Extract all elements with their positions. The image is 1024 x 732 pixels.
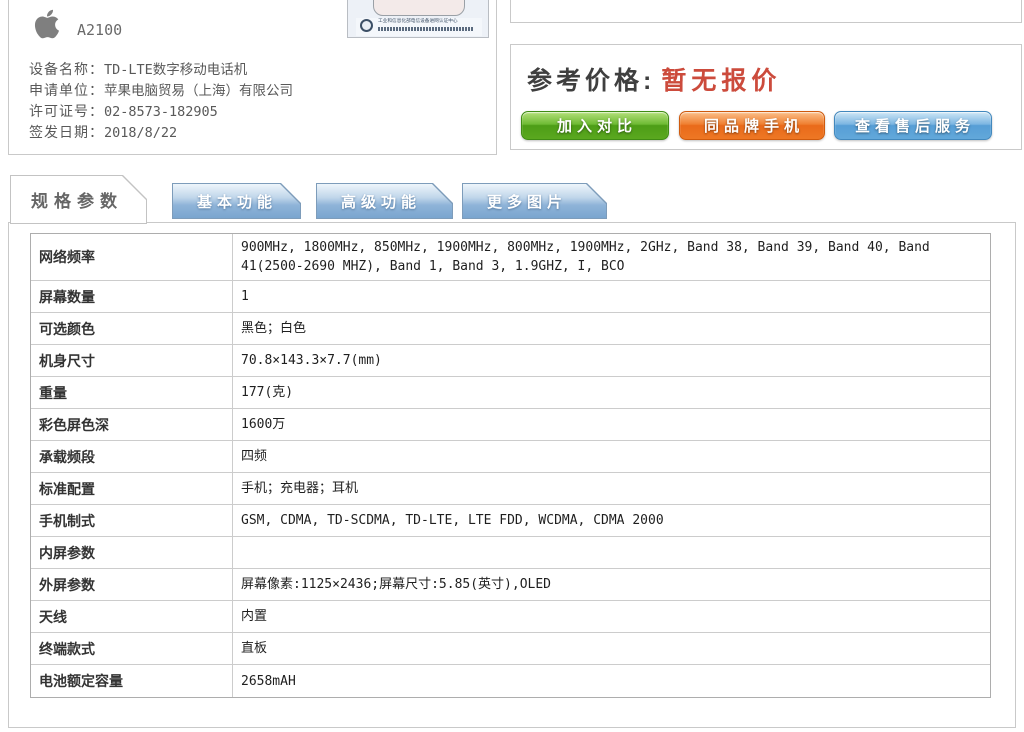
spec-value-cell: 70.8×143.3×7.7(mm) bbox=[233, 347, 990, 374]
table-row: 天线内置 bbox=[31, 601, 990, 633]
tab-shape: 基本功能 bbox=[172, 183, 301, 219]
spec-label-cell: 电池额定容量 bbox=[31, 665, 233, 697]
info-value: 02-8573-182905 bbox=[104, 104, 218, 120]
spec-value-cell: 直板 bbox=[233, 635, 990, 662]
spec-label-cell: 手机制式 bbox=[31, 505, 233, 536]
price-label: 参考价格: bbox=[527, 67, 655, 95]
tab-3[interactable]: 更多图片 bbox=[462, 183, 607, 219]
spec-label-cell: 重量 bbox=[31, 377, 233, 408]
spec-value-cell: 内置 bbox=[233, 603, 990, 630]
tab-1[interactable]: 基本功能 bbox=[172, 183, 301, 219]
device-photo-detail bbox=[373, 0, 465, 16]
tab-0[interactable]: 规格参数 bbox=[10, 175, 147, 224]
table-row: 机身尺寸70.8×143.3×7.7(mm) bbox=[31, 345, 990, 377]
price-line: 参考价格:暂无报价 bbox=[527, 61, 781, 97]
table-row: 内屏参数 bbox=[31, 537, 990, 569]
spec-value-cell: 2658mAH bbox=[233, 668, 990, 695]
tabs: 规格参数 基本功能 高级功能 更多图片 bbox=[8, 175, 1016, 224]
spec-label-cell: 屏幕数量 bbox=[31, 281, 233, 312]
spec-value-cell: 黑色；白色 bbox=[233, 315, 990, 342]
price-panel: 参考价格:暂无报价 加入对比同品牌手机查看售后服务 bbox=[510, 44, 1022, 150]
tab-face: 规格参数 bbox=[11, 176, 146, 223]
spec-label-cell: 标准配置 bbox=[31, 473, 233, 504]
button-green[interactable]: 加入对比 bbox=[521, 111, 669, 140]
tab-face: 高级功能 bbox=[317, 184, 452, 218]
spec-value-cell: 手机；充电器；耳机 bbox=[233, 475, 990, 502]
tab-shape: 高级功能 bbox=[316, 183, 453, 219]
spec-label-cell: 机身尺寸 bbox=[31, 345, 233, 376]
table-row: 电池额定容量2658mAH bbox=[31, 665, 990, 697]
button-blue[interactable]: 查看售后服务 bbox=[834, 111, 992, 140]
table-row: 屏幕数量1 bbox=[31, 281, 990, 313]
tab-label: 高级功能 bbox=[317, 191, 421, 212]
spec-label-cell: 内屏参数 bbox=[31, 537, 233, 568]
info-label: 签发日期： bbox=[29, 124, 104, 140]
device-model: A2100 bbox=[77, 21, 122, 39]
spec-value-cell: 177(克) bbox=[233, 379, 990, 406]
device-info-line: 签发日期：2018/8/22 bbox=[29, 122, 293, 143]
spec-value-cell: 1 bbox=[233, 283, 990, 310]
spec-label-cell: 天线 bbox=[31, 601, 233, 632]
certification-watermark-text: 工业和信息化部电信设备进网认证中心 bbox=[378, 19, 495, 24]
device-info-line: 设备名称：TD-LTE数字移动电话机 bbox=[29, 59, 293, 80]
spec-value-cell: 四频 bbox=[233, 443, 990, 470]
info-label: 申请单位： bbox=[29, 82, 104, 98]
spec-value-cell: GSM, CDMA, TD-SCDMA, TD-LTE, LTE FDD, WC… bbox=[233, 507, 990, 534]
tab-2[interactable]: 高级功能 bbox=[316, 183, 453, 219]
info-value: TD-LTE数字移动电话机 bbox=[104, 62, 247, 78]
spec-label-cell: 网络频率 bbox=[31, 234, 233, 280]
table-row: 网络频率900MHz, 1800MHz, 850MHz, 1900MHz, 80… bbox=[31, 234, 990, 281]
spec-value-cell: 屏幕像素:1125×2436;屏幕尺寸:5.85(英寸),OLED bbox=[233, 571, 990, 598]
tab-label: 基本功能 bbox=[173, 191, 277, 212]
spec-label-cell: 彩色屏色深 bbox=[31, 409, 233, 440]
tab-label: 更多图片 bbox=[463, 191, 567, 212]
info-value: 2018/8/22 bbox=[104, 125, 177, 141]
apple-logo-icon bbox=[32, 8, 62, 40]
table-row: 终端款式直板 bbox=[31, 633, 990, 665]
top-right-panel bbox=[510, 0, 1022, 23]
device-photo: 工业和信息化部电信设备进网认证中心 bbox=[347, 0, 489, 38]
tab-face: 基本功能 bbox=[173, 184, 300, 218]
certification-watermark-subtext bbox=[378, 27, 474, 31]
spec-value-cell: 1600万 bbox=[233, 411, 990, 438]
info-label: 许可证号： bbox=[29, 103, 104, 119]
device-info-line: 申请单位：苹果电脑贸易（上海）有限公司 bbox=[29, 80, 293, 101]
table-row: 可选颜色黑色；白色 bbox=[31, 313, 990, 345]
spec-label-cell: 外屏参数 bbox=[31, 569, 233, 600]
spec-content-panel: 网络频率900MHz, 1800MHz, 850MHz, 1900MHz, 80… bbox=[8, 222, 1016, 728]
price-value: 暂无报价 bbox=[661, 67, 781, 95]
spec-label-cell: 承载频段 bbox=[31, 441, 233, 472]
tenaa-device-page: A2100 设备名称：TD-LTE数字移动电话机申请单位：苹果电脑贸易（上海）有… bbox=[0, 0, 1024, 732]
button-orange[interactable]: 同品牌手机 bbox=[679, 111, 825, 140]
spec-value-cell: 900MHz, 1800MHz, 850MHz, 1900MHz, 800MHz… bbox=[233, 234, 990, 280]
spec-table: 网络频率900MHz, 1800MHz, 850MHz, 1900MHz, 80… bbox=[30, 233, 991, 698]
device-info-lines: 设备名称：TD-LTE数字移动电话机申请单位：苹果电脑贸易（上海）有限公司许可证… bbox=[29, 59, 293, 143]
table-row: 外屏参数屏幕像素:1125×2436;屏幕尺寸:5.85(英寸),OLED bbox=[31, 569, 990, 601]
tab-label: 规格参数 bbox=[11, 187, 123, 212]
spec-label-cell: 终端款式 bbox=[31, 633, 233, 664]
table-row: 标准配置手机；充电器；耳机 bbox=[31, 473, 990, 505]
table-row: 彩色屏色深1600万 bbox=[31, 409, 990, 441]
tab-shape: 更多图片 bbox=[462, 183, 607, 219]
info-value: 苹果电脑贸易（上海）有限公司 bbox=[104, 83, 293, 99]
tab-face: 更多图片 bbox=[463, 184, 606, 218]
tab-shape: 规格参数 bbox=[10, 175, 147, 224]
spec-value-cell bbox=[233, 549, 990, 557]
certification-logo-icon bbox=[360, 19, 373, 32]
table-row: 重量177(克) bbox=[31, 377, 990, 409]
table-row: 承载频段四频 bbox=[31, 441, 990, 473]
info-label: 设备名称： bbox=[29, 61, 104, 77]
spec-label-cell: 可选颜色 bbox=[31, 313, 233, 344]
table-row: 手机制式GSM, CDMA, TD-SCDMA, TD-LTE, LTE FDD… bbox=[31, 505, 990, 537]
certification-watermark: 工业和信息化部电信设备进网认证中心 bbox=[356, 18, 482, 36]
device-info-line: 许可证号：02-8573-182905 bbox=[29, 101, 293, 122]
